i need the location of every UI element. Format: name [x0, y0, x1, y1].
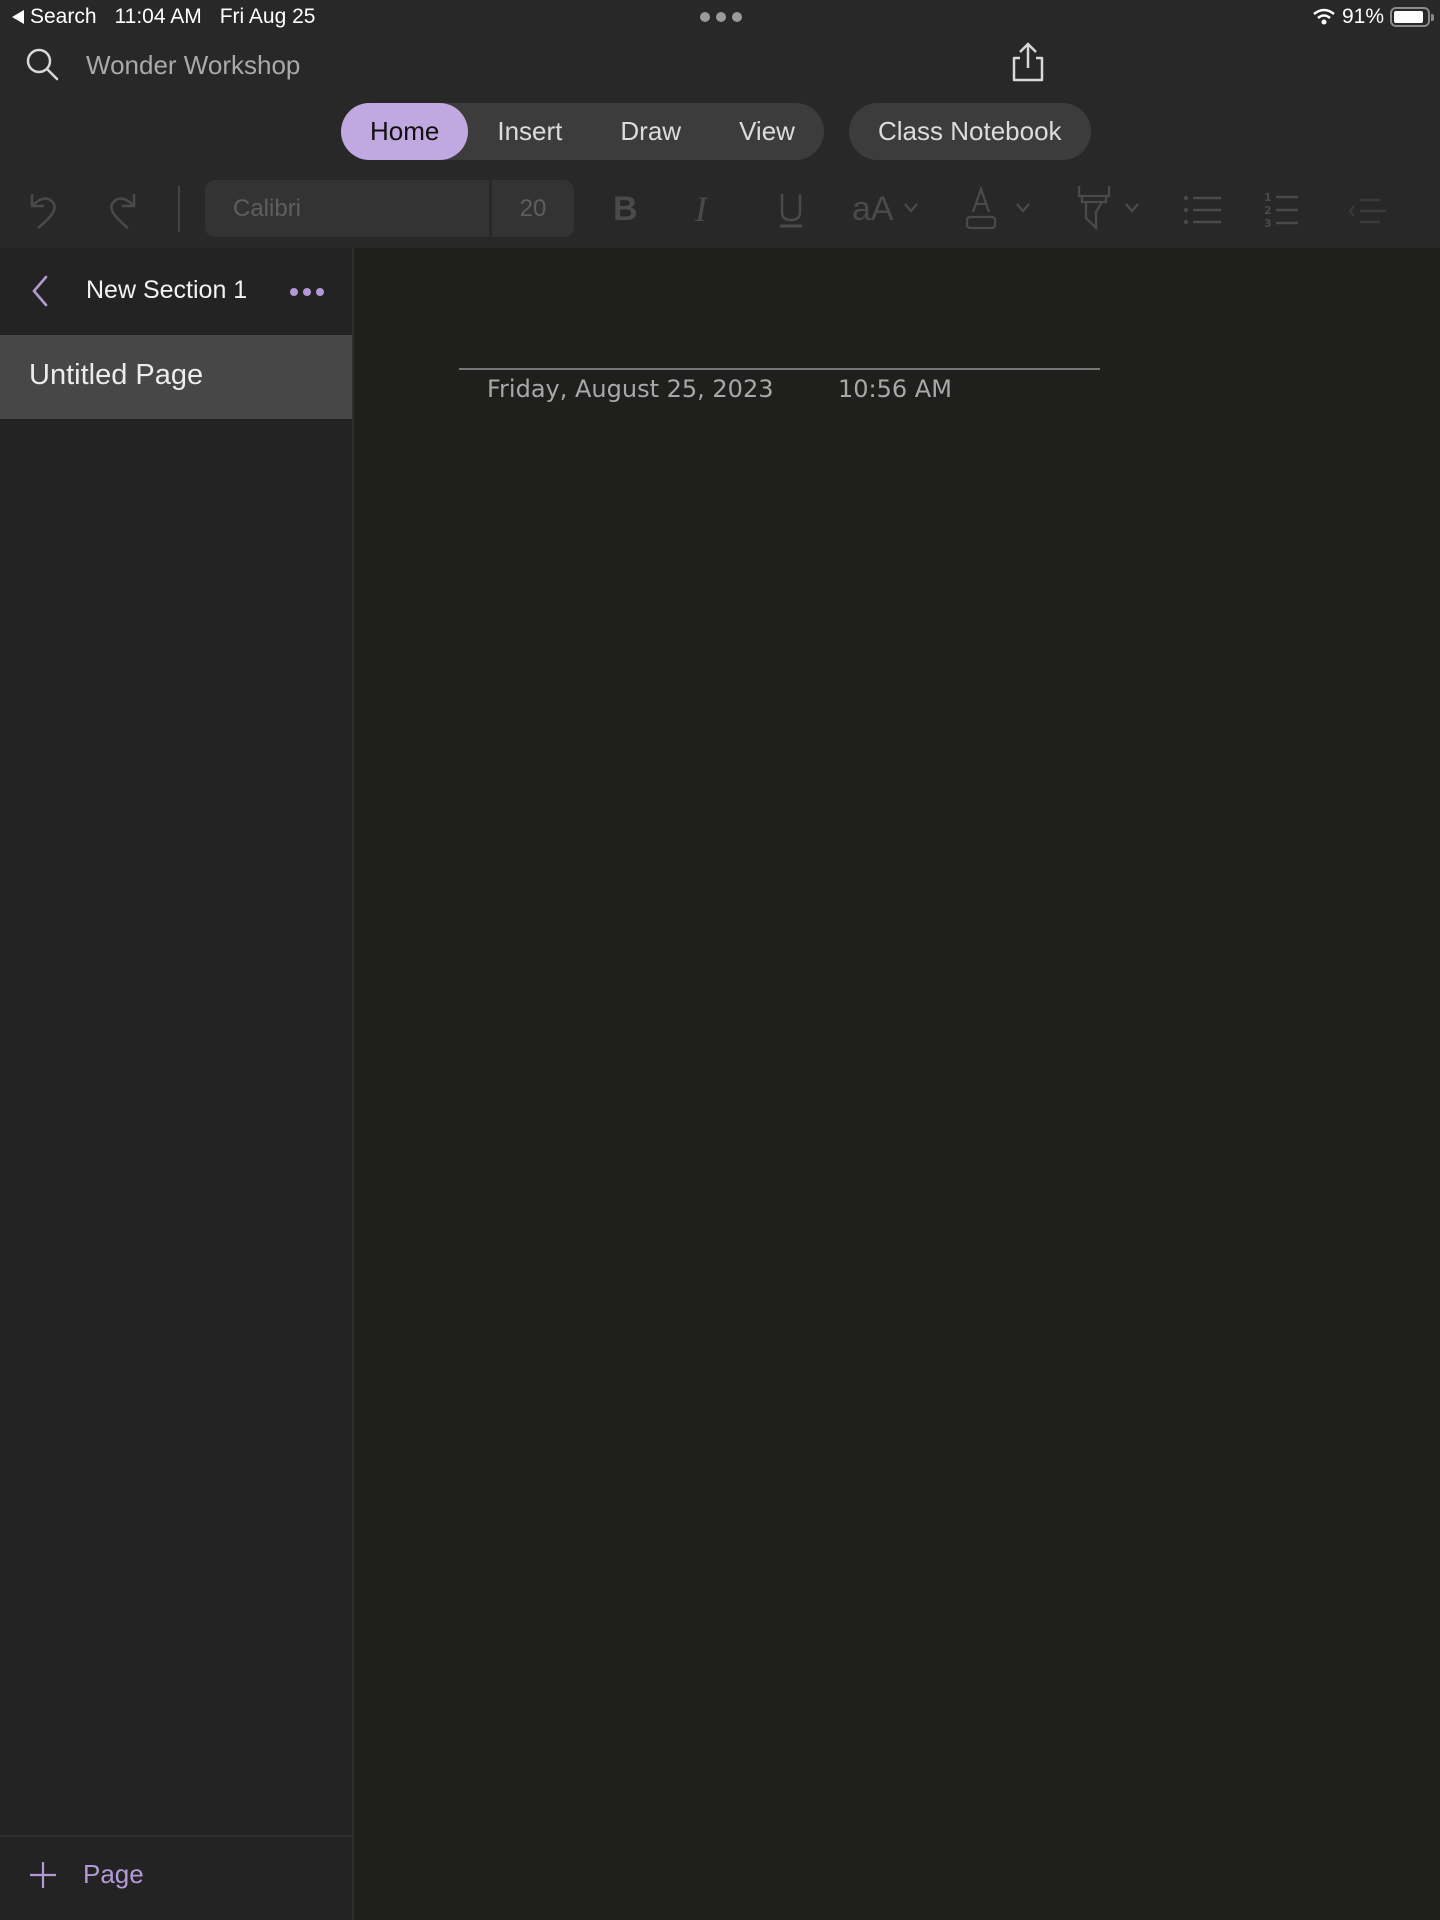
page-item-label: Untitled Page [29, 359, 204, 391]
more-options-icon[interactable] [290, 288, 324, 296]
back-to-app[interactable]: Search [12, 5, 97, 29]
numbered-list-icon[interactable]: 1 2 3 [1264, 190, 1300, 230]
status-time: 11:04 AM [114, 5, 202, 28]
page-time: 10:56 AM [838, 375, 952, 403]
underline-icon[interactable] [776, 192, 806, 228]
page-list-sidebar: New Section 1 Untitled Page Page [0, 248, 354, 1920]
formatting-toolbar: Calibri 20 B I aA 1 2 3 [0, 180, 1440, 240]
tab-insert[interactable]: Insert [468, 103, 591, 160]
plus-icon [30, 1861, 56, 1888]
svg-text:1: 1 [1264, 191, 1272, 204]
sidebar-footer: Page [0, 1835, 352, 1920]
section-header: New Section 1 [0, 248, 352, 334]
page-title-field[interactable] [459, 368, 1100, 370]
page-list-item[interactable]: Untitled Page [0, 335, 352, 419]
battery-icon [1390, 7, 1434, 27]
wifi-icon [1313, 8, 1335, 25]
font-size-field[interactable]: 20 [492, 180, 574, 237]
font-size-icon[interactable]: aA [852, 190, 894, 229]
redo-icon[interactable] [106, 190, 140, 230]
page-canvas[interactable]: Friday, August 25, 2023 10:56 AM [356, 248, 1440, 1920]
add-page-button[interactable]: Page [29, 1859, 144, 1890]
undo-icon[interactable] [26, 190, 60, 230]
add-page-label: Page [83, 1859, 144, 1889]
notebook-title[interactable]: Wonder Workshop [86, 50, 300, 81]
battery-percent: 91% [1341, 5, 1384, 28]
chevron-down-icon[interactable] [1015, 202, 1031, 214]
ribbon-tabs: Home Insert Draw View [341, 103, 824, 160]
search-icon[interactable] [24, 46, 60, 82]
top-bar: Search 11:04 AM Fri Aug 25 91% Wonder Wo… [0, 0, 1440, 248]
svg-text:3: 3 [1264, 217, 1272, 230]
back-app-label: Search [30, 5, 97, 28]
font-name-field[interactable]: Calibri [205, 180, 489, 237]
tab-draw[interactable]: Draw [591, 103, 710, 160]
outdent-icon[interactable] [1348, 196, 1388, 226]
font-color-icon[interactable] [964, 186, 998, 230]
multitasking-dots[interactable] [700, 12, 742, 22]
tab-view[interactable]: View [710, 103, 824, 160]
chevron-down-icon[interactable] [903, 202, 919, 214]
bullet-list-icon[interactable] [1183, 192, 1223, 228]
chevron-left-icon[interactable] [30, 275, 50, 307]
chevron-down-icon[interactable] [1124, 202, 1140, 214]
page-date: Friday, August 25, 2023 [487, 375, 774, 403]
status-date: Fri Aug 25 [219, 5, 316, 28]
tab-home[interactable]: Home [341, 103, 469, 160]
svg-text:2: 2 [1264, 204, 1272, 217]
class-notebook-button[interactable]: Class Notebook [849, 103, 1091, 160]
bold-icon[interactable]: B [613, 190, 638, 229]
toolbar-separator [178, 186, 180, 232]
section-title: New Section 1 [86, 276, 248, 304]
share-icon[interactable] [1010, 42, 1046, 82]
italic-icon[interactable]: I [695, 188, 707, 230]
status-bar: Search 11:04 AM Fri Aug 25 91% [0, 0, 1440, 34]
back-triangle-icon [12, 10, 24, 24]
highlighter-icon[interactable] [1076, 184, 1112, 230]
